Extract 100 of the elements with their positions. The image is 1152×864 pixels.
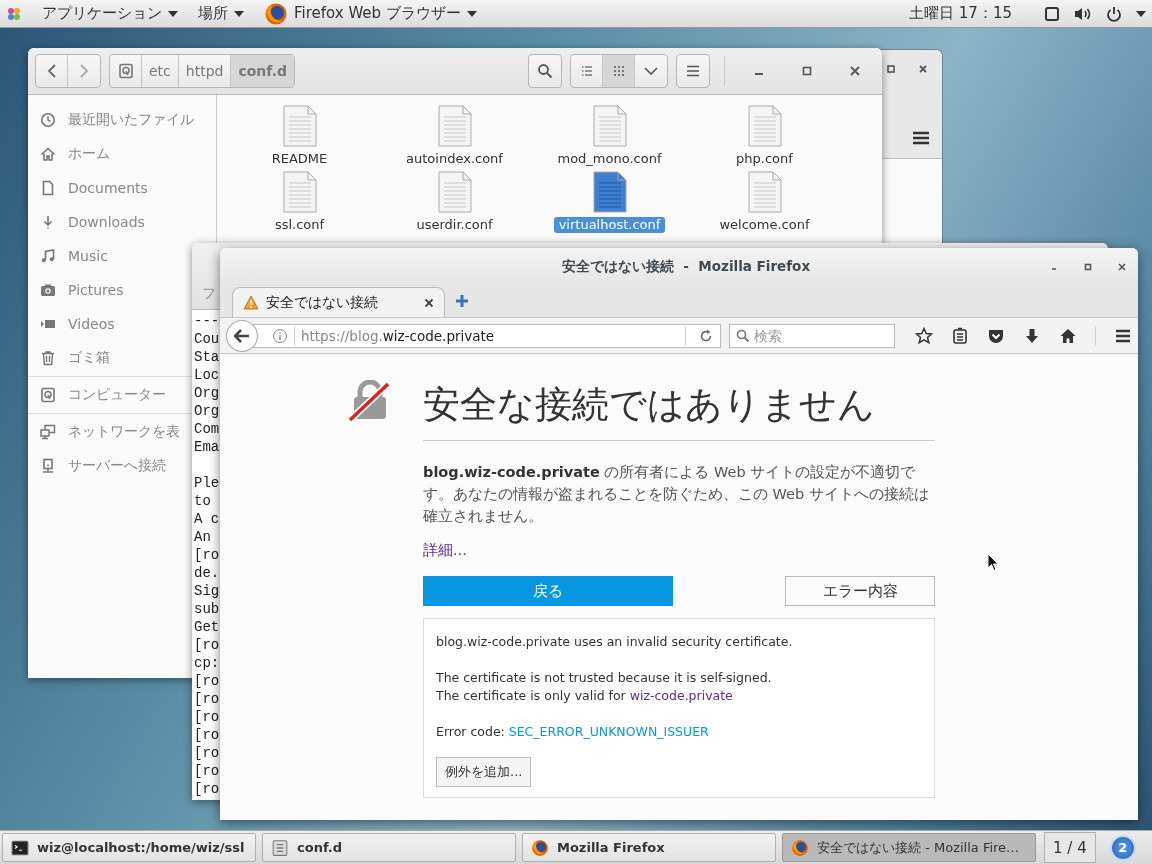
document-icon	[592, 171, 627, 213]
file-item[interactable]: welcome.conf	[687, 171, 842, 233]
terminal-line: sub	[194, 600, 220, 618]
search-icon	[537, 63, 553, 79]
terminal-line: [ro	[194, 636, 220, 654]
error-details-button[interactable]: エラー内容	[785, 576, 935, 606]
menu-icon	[686, 65, 700, 77]
terminal-line: [ro	[194, 744, 220, 762]
clock[interactable]: 土曜日 17：15	[909, 4, 1012, 23]
arrow-left-icon	[233, 328, 250, 343]
volume-icon[interactable]	[1074, 5, 1092, 22]
chevron-left-icon	[46, 64, 57, 78]
sidebar-item[interactable]: 最近開いたファイル	[28, 103, 196, 137]
drive-icon	[40, 387, 56, 403]
file-item[interactable]: userdir.conf	[377, 171, 532, 233]
terminal-line: Org	[194, 402, 220, 420]
sidebar-item[interactable]: Music	[28, 239, 110, 273]
document-icon	[40, 180, 56, 196]
terminal-line: Com	[194, 420, 220, 438]
reload-icon[interactable]	[699, 328, 714, 343]
new-tab-icon[interactable]	[455, 294, 469, 308]
mouse-pointer-icon	[987, 553, 999, 572]
terminal-line: [ro	[194, 672, 220, 690]
details-link[interactable]: 詳細...	[423, 541, 467, 560]
info-icon[interactable]	[271, 327, 288, 344]
sidebar-item[interactable]: Videos	[28, 307, 117, 341]
sidebar-item[interactable]: コンピューター	[28, 378, 168, 412]
document-icon	[437, 105, 472, 147]
details-text: blog.wiz-code.private uses an invalid security certificate.	[436, 633, 794, 651]
sidebar-item[interactable]: Pictures	[28, 273, 126, 307]
path-segment[interactable]: etc	[142, 55, 179, 87]
document-icon	[282, 105, 317, 147]
close-icon[interactable]	[1118, 262, 1126, 271]
search-field[interactable]: 検索	[729, 323, 895, 348]
file-item[interactable]: README	[222, 105, 377, 167]
taskbar-button[interactable]: conf.d	[262, 833, 516, 862]
maximize-icon[interactable]	[802, 66, 812, 76]
file-item[interactable]: mod_mono.conf	[532, 105, 687, 167]
power-icon[interactable]	[1106, 5, 1122, 22]
drive-icon	[117, 63, 134, 79]
close-icon[interactable]	[918, 64, 928, 74]
document-icon	[282, 171, 317, 213]
trash-icon	[40, 350, 56, 366]
broken-lock-icon	[348, 380, 392, 422]
terminal-line: to	[194, 492, 211, 510]
browser-logo-icon	[264, 1, 288, 26]
download-icon[interactable]	[1023, 326, 1041, 345]
menu-icon[interactable]	[912, 131, 930, 145]
terminal-line: Ema	[194, 438, 220, 456]
terminal-line: Sig	[194, 582, 220, 600]
music-note-icon	[40, 248, 56, 264]
sidebar-item[interactable]: ホーム	[28, 137, 112, 171]
taskbar-button[interactable]: Mozilla Firefox	[522, 833, 776, 862]
home-icon[interactable]	[1059, 326, 1077, 345]
maximize-icon[interactable]	[1084, 262, 1092, 271]
browser-logo-icon	[791, 838, 809, 857]
sidebar-item[interactable]: ネットワークを表	[28, 415, 182, 449]
add-exception-button[interactable]: 例外を追加...	[436, 757, 532, 787]
error-message: blog.wiz-code.private の所有者による Web サイトの設定が不適切です。あなたの情報が盗まれることを防ぐため、この Web サイトへの接続は確立されません。	[423, 463, 930, 526]
workspace-indicator[interactable]: 1 / 4	[1044, 832, 1096, 863]
sidebar-item[interactable]: ゴミ箱	[28, 341, 112, 375]
places-menu[interactable]: 場所	[198, 4, 244, 23]
close-icon[interactable]	[850, 66, 860, 76]
terminal-line: Get	[194, 618, 220, 636]
file-item[interactable]: php.conf	[687, 105, 842, 167]
terminal-line: Cou	[194, 330, 220, 348]
close-icon[interactable]	[424, 297, 434, 308]
file-item[interactable]: ssl.conf	[222, 171, 377, 233]
taskbar-button[interactable]: 安全ではない接続 - Mozilla Fire…	[782, 833, 1036, 862]
back-button[interactable]	[226, 319, 258, 352]
server-icon	[40, 458, 56, 474]
domain-link[interactable]: wiz-code.private	[629, 688, 733, 703]
grid-view-button[interactable]	[603, 55, 635, 87]
terminal-line: [ro	[194, 762, 220, 780]
chevron-down-icon	[644, 66, 658, 76]
reading-list-icon[interactable]	[951, 326, 969, 345]
terminal-line: An	[194, 528, 211, 546]
terminal-line: Org	[194, 384, 220, 402]
taskbar-button[interactable]: wiz@localhost:/home/wiz/ssl	[2, 833, 256, 862]
maximize-icon[interactable]	[886, 64, 896, 74]
search-input[interactable]: 検索	[754, 327, 885, 344]
terminal-line: [ro	[194, 708, 220, 726]
applications-menu[interactable]: アプリケーション	[42, 4, 178, 23]
file-item[interactable]: autoindex.conf	[377, 105, 532, 167]
window-icon[interactable]	[1044, 5, 1060, 22]
caret-icon[interactable]	[1136, 10, 1146, 17]
star-icon[interactable]	[915, 326, 933, 345]
window-title: 安全ではない接続 - Mozilla Firefox	[560, 257, 812, 276]
terminal-line: [ro	[194, 546, 220, 564]
document-icon	[747, 105, 782, 147]
network-icon	[40, 424, 56, 440]
terminal-icon	[11, 838, 29, 857]
sidebar-item[interactable]: Documents	[28, 171, 150, 205]
browser-tab[interactable]: 安全ではない接続	[232, 287, 445, 317]
app-menu[interactable]: Firefox Web ブラウザー	[264, 1, 477, 26]
warning-icon	[243, 295, 259, 310]
browser-logo-icon	[531, 838, 549, 857]
document-icon	[592, 105, 627, 147]
sidebar-item[interactable]: Downloads	[28, 205, 147, 239]
sidebar-item[interactable]: サーバーへ接続	[28, 449, 168, 483]
